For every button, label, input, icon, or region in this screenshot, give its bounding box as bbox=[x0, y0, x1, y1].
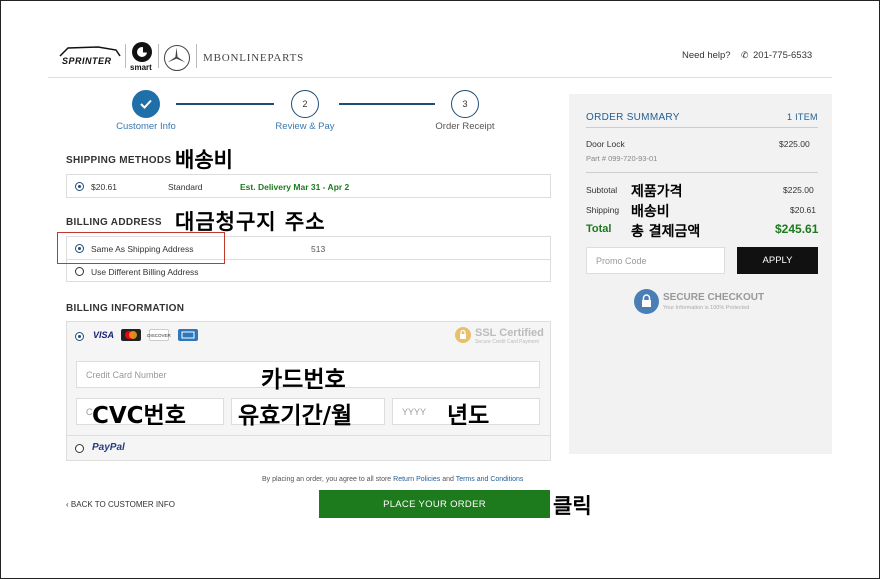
paypal-radio[interactable] bbox=[75, 444, 84, 453]
paypal-logo-icon: PayPal bbox=[92, 442, 125, 453]
click-annotation: 클릭 bbox=[553, 494, 592, 518]
secure-checkout-title: SECURE CHECKOUT bbox=[663, 292, 765, 303]
total-annotation: 총 결제금액 bbox=[631, 224, 701, 240]
header-divider-line bbox=[48, 77, 832, 78]
terms-link[interactable]: Terms and Conditions bbox=[456, 476, 524, 483]
agreement-text: By placing an order, you agree to all st… bbox=[262, 476, 523, 483]
smart-brand-text: smart bbox=[130, 63, 152, 72]
billing-information-divider bbox=[66, 435, 551, 436]
discover-icon: DISCOVER bbox=[147, 329, 171, 341]
back-link-label: BACK TO CUSTOMER INFO bbox=[70, 500, 175, 509]
sprinter-logo[interactable]: SPRINTER bbox=[58, 44, 122, 70]
delivery-estimate: Est. Delivery Mar 31 - Apr 2 bbox=[240, 182, 350, 192]
shipping-annotation: 배송비 bbox=[175, 148, 233, 172]
agreement-prefix: By placing an order, you agree to all st… bbox=[262, 476, 392, 483]
subtotal-value: $225.00 bbox=[783, 185, 814, 195]
same-address-radio[interactable] bbox=[75, 244, 84, 253]
item-name: Door Lock bbox=[586, 139, 625, 149]
place-order-button[interactable]: PLACE YOUR ORDER bbox=[319, 490, 550, 518]
header-divider bbox=[196, 44, 197, 68]
help-text: Need help? bbox=[682, 50, 731, 61]
expiry-annotation: 유효기간/월 bbox=[238, 403, 353, 429]
shipping-value: $20.61 bbox=[790, 205, 816, 215]
sprinter-brand-text: SPRINTER bbox=[62, 56, 112, 66]
cvc-annotation: CVC번호 bbox=[92, 403, 186, 429]
step-1-label[interactable]: Customer Info bbox=[101, 121, 191, 132]
card-payment-radio[interactable] bbox=[75, 332, 84, 341]
step-connector bbox=[339, 103, 435, 105]
shipping-radio[interactable] bbox=[75, 182, 84, 191]
summary-divider bbox=[586, 172, 818, 173]
shipping-cost-annotation: 배송비 bbox=[631, 204, 670, 220]
phone-icon: ✆ bbox=[741, 50, 749, 60]
shipping-method: Standard bbox=[168, 182, 203, 192]
item-count: 1 ITEM bbox=[787, 112, 818, 122]
billing-information-title: BILLING INFORMATION bbox=[66, 303, 185, 314]
summary-divider bbox=[586, 127, 818, 128]
mastercard-icon bbox=[121, 329, 141, 341]
smart-icon bbox=[132, 42, 152, 62]
step-2-label: Review & Pay bbox=[275, 121, 335, 132]
amex-icon bbox=[178, 329, 198, 341]
apply-button[interactable]: APPLY bbox=[737, 247, 818, 274]
mercedes-star-icon[interactable] bbox=[164, 45, 190, 71]
secure-checkout-subtitle: Your Information is 100% Protected bbox=[663, 305, 750, 311]
step-1-check-icon bbox=[132, 90, 160, 118]
site-brand-text[interactable]: MBONLINEPARTS bbox=[203, 52, 304, 64]
shipping-label: Shipping bbox=[586, 205, 620, 215]
order-summary-title: ORDER SUMMARY bbox=[586, 112, 680, 123]
same-address-label[interactable]: Same As Shipping Address bbox=[91, 244, 194, 254]
ssl-lock-icon bbox=[455, 327, 471, 343]
chevron-left-icon: ‹ bbox=[66, 500, 69, 509]
return-policies-link[interactable]: Return Policies bbox=[393, 476, 440, 483]
header-divider bbox=[158, 44, 159, 68]
visa-icon: VISA bbox=[93, 330, 115, 340]
promo-code-input[interactable]: Promo Code bbox=[586, 247, 725, 274]
total-label: Total bbox=[586, 223, 612, 235]
item-price: $225.00 bbox=[779, 139, 810, 149]
subtotal-annotation: 제품가격 bbox=[631, 184, 683, 200]
step-2-circle: 2 bbox=[291, 90, 319, 118]
subtotal-label: Subtotal bbox=[586, 185, 618, 195]
phone-number[interactable]: 201-775-6533 bbox=[753, 50, 812, 61]
secure-lock-icon bbox=[634, 289, 659, 314]
total-value: $245.61 bbox=[775, 222, 819, 236]
step-3-circle: 3 bbox=[451, 90, 479, 118]
year-annotation: 년도 bbox=[447, 403, 490, 429]
back-link[interactable]: ‹ BACK TO CUSTOMER INFO bbox=[66, 500, 175, 509]
ssl-title: SSL Certified bbox=[475, 327, 544, 339]
shipping-price: $20.61 bbox=[91, 182, 117, 192]
ssl-subtitle: Secure Credit Card Payment bbox=[475, 339, 539, 345]
step-3-label: Order Receipt bbox=[435, 121, 495, 132]
different-address-label[interactable]: Use Different Billing Address bbox=[91, 267, 199, 277]
header-divider bbox=[125, 44, 126, 68]
step-connector bbox=[176, 103, 274, 105]
smart-logo[interactable]: smart bbox=[130, 42, 154, 74]
shipping-methods-title: SHIPPING METHODS bbox=[66, 155, 172, 166]
billing-address-title: BILLING ADDRESS bbox=[66, 217, 162, 228]
part-number: Part # 099-720-93-01 bbox=[586, 154, 658, 163]
different-address-radio[interactable] bbox=[75, 267, 84, 276]
same-address-detail: 513 bbox=[311, 244, 326, 254]
card-number-annotation: 카드번호 bbox=[261, 367, 346, 393]
agreement-and: and bbox=[442, 476, 454, 483]
